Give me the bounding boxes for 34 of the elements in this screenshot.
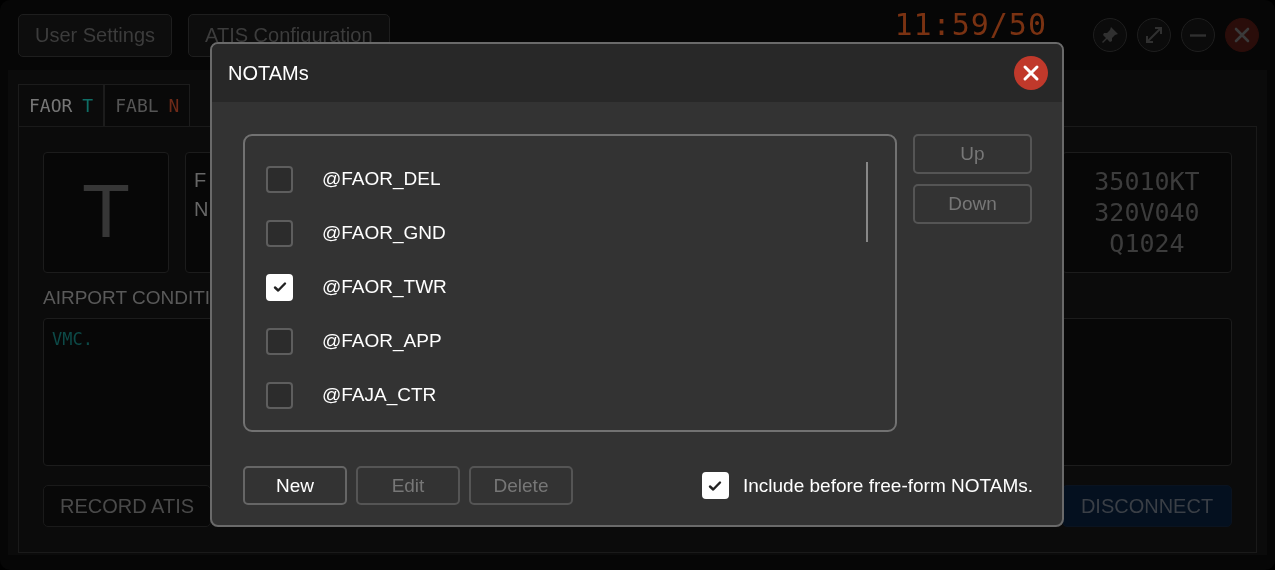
notam-label: @FAOR_GND (322, 222, 446, 244)
notam-label: @FAJA_CTR (322, 384, 437, 406)
scrollbar[interactable] (866, 162, 868, 242)
checkbox[interactable] (266, 381, 293, 409)
info-text: N (194, 198, 209, 221)
checkbox[interactable] (266, 327, 293, 355)
notam-label: @FAOR_DEL (322, 168, 441, 190)
airport-code: FABL (115, 95, 159, 116)
notam-label: @FAOR_APP (322, 330, 442, 352)
info-text: F (194, 169, 207, 192)
minimize-button[interactable] (1181, 18, 1215, 52)
close-button[interactable] (1014, 56, 1048, 90)
atis-letter: T (82, 95, 94, 116)
checkbox[interactable] (266, 165, 293, 193)
option-label: Include before free-form NOTAMs. (742, 474, 1033, 497)
close-icon (1232, 25, 1252, 45)
atis-letter: N (168, 95, 180, 116)
airport-tab[interactable]: FAOR T (18, 84, 105, 126)
airport-code: FAOR (29, 95, 73, 116)
pin-button[interactable] (1093, 18, 1127, 52)
checkbox[interactable] (266, 219, 293, 247)
checkmark-icon (271, 279, 288, 295)
expand-icon (1144, 25, 1164, 45)
section-label: AIRPORT CONDITI (43, 286, 211, 309)
airport-tab[interactable]: FABL N (104, 84, 191, 126)
close-icon (1022, 64, 1040, 82)
action-button[interactable]: New (243, 466, 347, 505)
dialog-title: NOTAMs (228, 61, 309, 85)
clock: 11:59/50 (894, 9, 1047, 41)
record-button[interactable]: RECORD ATIS (43, 485, 211, 527)
expand-button[interactable] (1137, 18, 1171, 52)
notam-label: @FAOR_TWR (322, 276, 447, 298)
minimize-icon (1190, 33, 1206, 37)
pin-icon (1100, 25, 1120, 45)
